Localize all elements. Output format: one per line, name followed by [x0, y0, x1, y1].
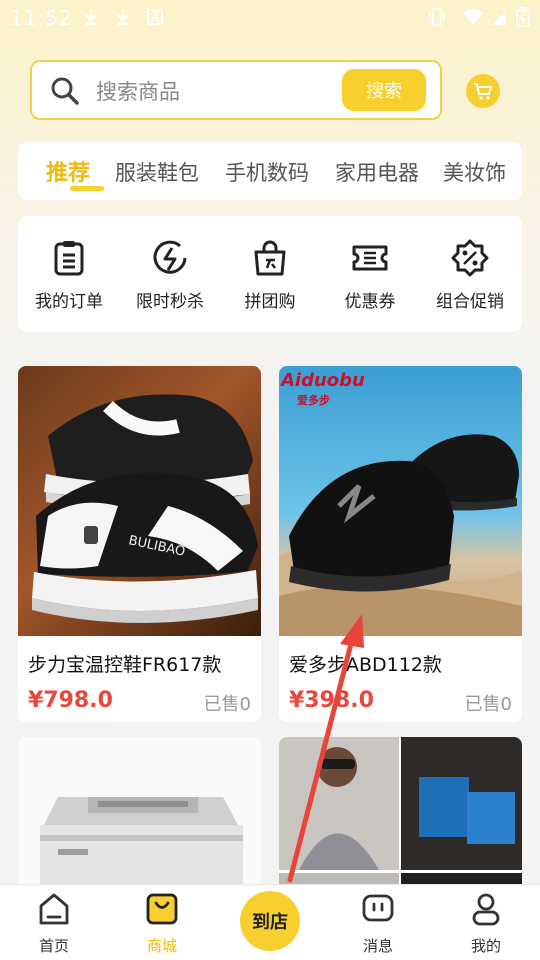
- nav-mall[interactable]: 商城: [122, 891, 202, 956]
- cart-button[interactable]: [466, 74, 500, 108]
- message-icon: [362, 894, 394, 922]
- store-button[interactable]: 到店: [240, 891, 300, 951]
- home-icon: [39, 893, 69, 925]
- product-collage-illustration: [279, 737, 522, 884]
- tab-clothing-shoes-bags[interactable]: 服装鞋包: [115, 157, 199, 187]
- nav-home[interactable]: 首页: [14, 891, 94, 956]
- app-notification-icon: [147, 9, 163, 25]
- battery-icon: [516, 7, 530, 27]
- menu-label: 我的订单: [35, 292, 103, 312]
- tab-beauty[interactable]: 美妆饰: [443, 157, 506, 187]
- product-price: ¥398.0: [289, 688, 374, 713]
- nav-label: 消息: [362, 937, 393, 955]
- product-sold-count: 已售0: [464, 694, 512, 715]
- nav-label: 首页: [38, 937, 69, 955]
- tab-home-appliances[interactable]: 家用电器: [335, 157, 419, 187]
- product-image: Aiduobu 爱多步: [279, 366, 522, 636]
- lightning-icon: [153, 240, 187, 274]
- brand-logo-text: Aiduobu: [279, 370, 365, 391]
- nav-label: 我的: [470, 937, 501, 955]
- category-tabs: 推荐 服装鞋包 手机数码 家用电器 美妆饰: [18, 142, 522, 200]
- tab-recommend[interactable]: 推荐: [46, 155, 90, 187]
- menu-item-group-buy[interactable]: 拼团购: [220, 238, 320, 312]
- menu-item-flash-sale[interactable]: 限时秒杀: [120, 238, 220, 312]
- nav-profile[interactable]: 我的: [446, 891, 526, 956]
- search-button[interactable]: 搜索: [342, 69, 426, 111]
- product-image: [18, 737, 261, 884]
- active-tab-indicator: [70, 186, 104, 191]
- quick-menu: 我的订单 限时秒杀 拼团购 优惠券 组合促销: [18, 216, 522, 332]
- tab-phones-digital[interactable]: 手机数码: [225, 157, 309, 187]
- shopping-bag-icon: [146, 893, 178, 925]
- search-input[interactable]: 搜索商品: [96, 76, 180, 106]
- nav-messages[interactable]: 消息: [338, 891, 418, 956]
- wifi-icon: [463, 9, 483, 25]
- shopping-bag-icon: [254, 240, 286, 276]
- clipboard-icon: [54, 241, 84, 276]
- product-card[interactable]: [279, 737, 522, 884]
- signal-icon: [492, 10, 506, 25]
- menu-item-coupons[interactable]: 优惠券: [320, 238, 420, 312]
- menu-label: 优惠券: [344, 292, 396, 312]
- product-card[interactable]: BULIBAO 步力宝温控鞋FR617款 ¥798.0 已售0: [18, 366, 261, 722]
- brand-logo-subtext: 爱多步: [297, 393, 330, 407]
- product-name: 爱多步ABD112款: [289, 654, 442, 676]
- user-icon: [472, 893, 500, 926]
- menu-item-bundle-promotion[interactable]: 组合促销: [420, 238, 520, 312]
- download-icon: [85, 9, 97, 26]
- product-sold-count: 已售0: [203, 694, 251, 715]
- search-icon: [51, 77, 79, 105]
- status-bar: 11:52: [0, 0, 540, 36]
- search-bar[interactable]: 搜索商品 搜索: [30, 60, 442, 120]
- sneaker-illustration: Aiduobu 爱多步: [279, 370, 522, 636]
- product-image: BULIBAO: [18, 366, 261, 636]
- nav-label: 商城: [146, 937, 177, 955]
- download-icon: [117, 9, 129, 26]
- menu-label: 拼团购: [244, 292, 296, 312]
- ticket-icon: [352, 245, 388, 271]
- product-card[interactable]: Aiduobu 爱多步 爱多步ABD112款 ¥398.0 已售0: [279, 366, 522, 722]
- menu-label: 限时秒杀: [136, 292, 204, 312]
- discount-badge-icon: [451, 239, 489, 277]
- product-price: ¥798.0: [28, 688, 113, 713]
- product-image: [279, 737, 522, 884]
- menu-label: 组合促销: [436, 292, 504, 312]
- cart-icon: [474, 83, 492, 100]
- product-name: 步力宝温控鞋FR617款: [28, 654, 222, 676]
- product-card[interactable]: [18, 737, 261, 884]
- vibrate-icon: [429, 8, 445, 26]
- sneaker-illustration: BULIBAO: [32, 394, 258, 623]
- printer-illustration: [40, 797, 243, 884]
- menu-item-my-orders[interactable]: 我的订单: [19, 238, 119, 312]
- status-time: 11:52: [10, 6, 73, 30]
